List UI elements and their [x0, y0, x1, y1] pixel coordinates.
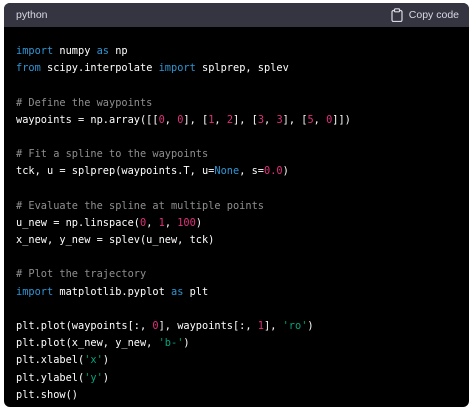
code-token: ) — [307, 320, 314, 332]
code-token: # Fit a spline to the waypoints — [16, 148, 209, 161]
code-token: import — [16, 285, 54, 298]
code-token: , — [214, 113, 227, 126]
code-token: 100 — [177, 216, 196, 229]
code-line: tck, u = splprep(waypoints.T, u=None, s=… — [16, 163, 457, 180]
code-token: ) — [183, 337, 190, 350]
code-line: waypoints = np.array([[0, 0], [1, 2], [3… — [16, 112, 457, 129]
code-token: waypoints = np.array([[ — [16, 113, 159, 126]
code-token: ) — [102, 371, 110, 384]
code-token: ], [ — [183, 113, 209, 126]
code-token: plt.ylabel( — [16, 371, 85, 384]
code-line: plt.xlabel('x') — [16, 352, 457, 369]
code-line: plt.ylabel('y') — [16, 370, 457, 387]
code-line: import matplotlib.pyplot as plt — [16, 284, 457, 301]
code-token: ], waypoints[:, — [158, 320, 258, 332]
copy-code-button[interactable]: Copy code — [391, 8, 459, 23]
clipboard-icon — [391, 8, 403, 23]
language-label: python — [16, 9, 48, 21]
code-line: x_new, y_new = splev(u_new, tck) — [16, 232, 457, 249]
code-token: , — [264, 113, 277, 126]
code-token: , — [313, 113, 327, 126]
code-token: import — [158, 62, 196, 75]
code-token: ], [ — [282, 113, 308, 126]
code-token: 'ro' — [282, 320, 308, 332]
code-line: # Plot the trajectory — [16, 266, 457, 283]
code-token: plt.xlabel( — [16, 354, 85, 367]
code-token: # Evaluate the spline at multiple points — [16, 199, 264, 212]
code-token: numpy — [53, 45, 97, 57]
code-token: 'x' — [84, 354, 103, 367]
code-line: plt.plot(x_new, y_new, 'b-') — [16, 335, 457, 352]
code-token: tck, u = splprep(waypoints.T, u= — [16, 165, 215, 178]
code-token: ) — [195, 216, 203, 229]
code-token: plt — [183, 285, 209, 298]
code-line: u_new = np.linspace(0, 1, 100) — [16, 215, 457, 232]
code-token: None — [214, 165, 240, 178]
code-token: u_new = np.linspace( — [16, 216, 140, 229]
code-token: np — [109, 45, 128, 57]
code-line: plt.show() — [16, 387, 457, 404]
code-token: import — [16, 45, 54, 57]
code-line: # Fit a spline to the waypoints — [16, 146, 457, 163]
code-token: splprep, splev — [195, 62, 289, 75]
code-token: ) — [282, 165, 289, 178]
code-line: # Define the waypoints — [16, 95, 457, 112]
code-token: , — [164, 216, 178, 229]
code-token: , — [164, 113, 178, 126]
code-token: plt.plot(waypoints[:, — [16, 320, 153, 332]
code-line: import numpy as np — [16, 43, 457, 60]
code-token: 0.0 — [264, 165, 283, 178]
code-token: matplotlib.pyplot — [53, 285, 171, 298]
code-line: plt.plot(waypoints[:, 0], waypoints[:, 1… — [16, 318, 457, 335]
code-token: ) — [102, 354, 110, 367]
code-token: ], [ — [233, 113, 258, 126]
code-token: as — [96, 45, 110, 57]
code-token: , s= — [239, 165, 265, 178]
code-token: # Plot the trajectory — [16, 268, 147, 281]
code-token: plt.show() — [16, 388, 78, 401]
code-token: plt.plot(x_new, y_new, — [16, 337, 159, 350]
code-token: ], — [264, 320, 283, 332]
copy-code-label: Copy code — [408, 9, 459, 21]
code-token: 'y' — [84, 371, 103, 384]
code-token: x_new, y_new = splev(u_new, tck) — [16, 234, 215, 247]
code-block: python Copy code import numpy as np from … — [4, 3, 469, 407]
code-token: # Define the waypoints — [16, 96, 153, 109]
code-token: , — [146, 216, 159, 229]
code-token: scipy.interpolate — [40, 62, 159, 75]
code-content: import numpy as np from scipy.interpolate… — [4, 27, 469, 404]
code-token: 'b-' — [158, 337, 184, 350]
code-line: from scipy.interpolate import splprep, s… — [16, 60, 457, 77]
code-line: # Evaluate the spline at multiple points — [16, 198, 457, 215]
code-block-header: python Copy code — [4, 3, 469, 27]
code-token: as — [171, 285, 184, 298]
code-token: from — [16, 62, 41, 75]
code-token: ]]) — [332, 113, 351, 126]
